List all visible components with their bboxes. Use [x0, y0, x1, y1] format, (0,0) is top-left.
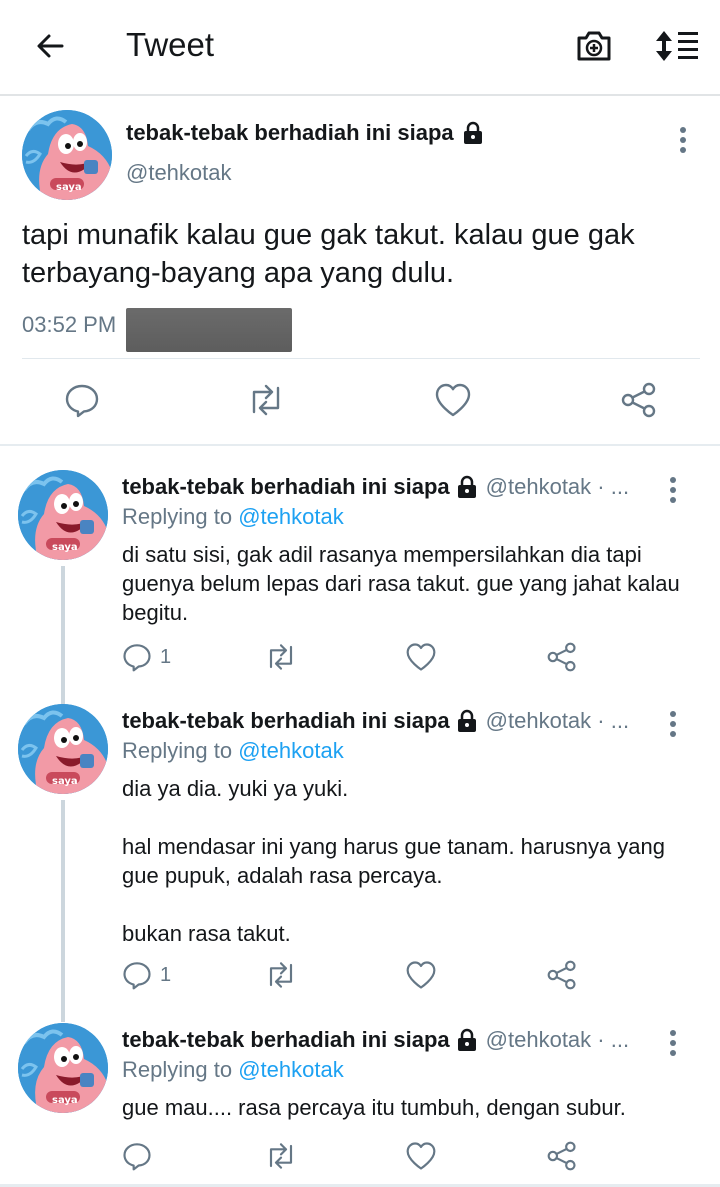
tweet-time: 03:52 PM: [22, 312, 117, 337]
tweet-text: dia ya dia. yuki ya yuki. hal mendasar i…: [122, 776, 666, 946]
svg-text:saya: saya: [52, 776, 78, 787]
avatar[interactable]: saya: [22, 110, 112, 200]
more-options-button[interactable]: [660, 708, 686, 740]
sort-button[interactable]: [652, 24, 702, 68]
share-icon: [547, 642, 576, 672]
retweet-button[interactable]: [264, 960, 298, 990]
camera-add-icon: [577, 31, 611, 61]
retweet-icon: [269, 1143, 293, 1169]
arrow-left-icon: [37, 34, 64, 58]
display-name[interactable]: tebak-tebak berhadiah ini siapa: [122, 474, 450, 500]
mention-link[interactable]: @tehkotak: [238, 504, 344, 529]
reply-button[interactable]: 1: [122, 960, 171, 990]
top-app-bar: Tweet: [0, 0, 720, 96]
share-button[interactable]: [546, 1141, 578, 1171]
heart-icon: [406, 1142, 436, 1170]
more-options-button[interactable]: [660, 474, 686, 506]
more-vertical-icon: [670, 477, 676, 503]
reply-count: 1: [160, 963, 172, 986]
svg-text:saya: saya: [56, 182, 82, 193]
tweet-actions: 1: [0, 960, 720, 1000]
tweet-text: tapi munafik kalau gue gak takut. kalau …: [22, 219, 635, 289]
page-title: Tweet: [126, 26, 215, 63]
reply-tweet: saya tebak-tebak berhadiah ini siapa @te…: [0, 1023, 720, 1183]
lock-icon: [457, 709, 476, 732]
reply-button[interactable]: [122, 1141, 160, 1171]
share-icon: [547, 960, 576, 990]
display-name[interactable]: tebak-tebak berhadiah ini siapa: [126, 120, 454, 146]
replying-to: Replying to @tehkotak: [122, 504, 344, 529]
mention-link[interactable]: @tehkotak: [238, 738, 344, 763]
share-button[interactable]: [546, 642, 578, 672]
divider: [22, 358, 700, 359]
tweet-actions: 1: [0, 642, 720, 682]
tweet-text: di satu sisi, gak adil rasanya mempersil…: [122, 542, 680, 625]
reply-button[interactable]: [64, 382, 100, 418]
more-vertical-icon: [670, 1030, 676, 1056]
avatar[interactable]: saya: [18, 1023, 108, 1113]
share-icon: [547, 1141, 576, 1171]
sort-icon: [656, 31, 698, 61]
handle[interactable]: @tehkotak · ...: [486, 1027, 629, 1053]
redacted-date: [126, 308, 292, 352]
more-vertical-icon: [680, 127, 686, 153]
retweet-icon: [269, 644, 293, 670]
handle[interactable]: @tehkotak · ...: [486, 474, 629, 500]
reply-button[interactable]: 1: [122, 642, 171, 672]
heart-icon: [406, 961, 436, 989]
handle[interactable]: @tehkotak · ...: [486, 708, 629, 734]
svg-text:saya: saya: [52, 542, 78, 553]
svg-text:saya: saya: [52, 1095, 78, 1106]
avatar[interactable]: saya: [18, 704, 108, 794]
display-name[interactable]: tebak-tebak berhadiah ini siapa: [122, 708, 450, 734]
share-icon: [621, 382, 656, 418]
retweet-button[interactable]: [246, 382, 286, 418]
mention-link[interactable]: @tehkotak: [238, 1057, 344, 1082]
comment-icon: [123, 1143, 151, 1171]
replying-to: Replying to @tehkotak: [122, 1057, 344, 1082]
like-button[interactable]: [434, 382, 472, 418]
retweet-icon: [269, 962, 293, 988]
share-button[interactable]: [620, 382, 658, 418]
comment-icon: [123, 644, 151, 672]
tweet-actions: [0, 1141, 720, 1181]
like-button[interactable]: [405, 642, 437, 672]
more-options-button[interactable]: [660, 1027, 686, 1059]
retweet-icon: [252, 384, 280, 416]
display-name[interactable]: tebak-tebak berhadiah ini siapa: [122, 1027, 450, 1053]
reply-count: 1: [160, 645, 172, 668]
tweet-actions: [0, 376, 720, 428]
comment-icon: [123, 962, 151, 990]
like-button[interactable]: [405, 960, 437, 990]
retweet-button[interactable]: [264, 1141, 298, 1171]
lock-icon: [457, 1028, 476, 1051]
retweet-button[interactable]: [264, 642, 298, 672]
comment-icon: [65, 384, 99, 418]
share-button[interactable]: [546, 960, 578, 990]
heart-icon: [406, 643, 436, 671]
like-button[interactable]: [405, 1141, 437, 1171]
reply-tweet: saya tebak-tebak berhadiah ini siapa @te…: [0, 704, 720, 1004]
lock-icon: [463, 121, 482, 144]
camera-button[interactable]: [572, 24, 616, 68]
handle[interactable]: @tehkotak: [126, 160, 232, 186]
replying-to: Replying to @tehkotak: [122, 738, 344, 763]
main-tweet: saya tebak-tebak berhadiah ini siapa @te…: [0, 98, 720, 446]
heart-icon: [435, 383, 471, 417]
more-options-button[interactable]: [668, 122, 698, 158]
back-button[interactable]: [28, 24, 72, 68]
tweet-text: gue mau.... rasa percaya itu tumbuh, den…: [122, 1095, 626, 1120]
lock-icon: [457, 475, 476, 498]
more-vertical-icon: [670, 711, 676, 737]
avatar[interactable]: saya: [18, 470, 108, 560]
reply-tweet: saya tebak-tebak berhadiah ini siapa @te…: [0, 470, 720, 690]
